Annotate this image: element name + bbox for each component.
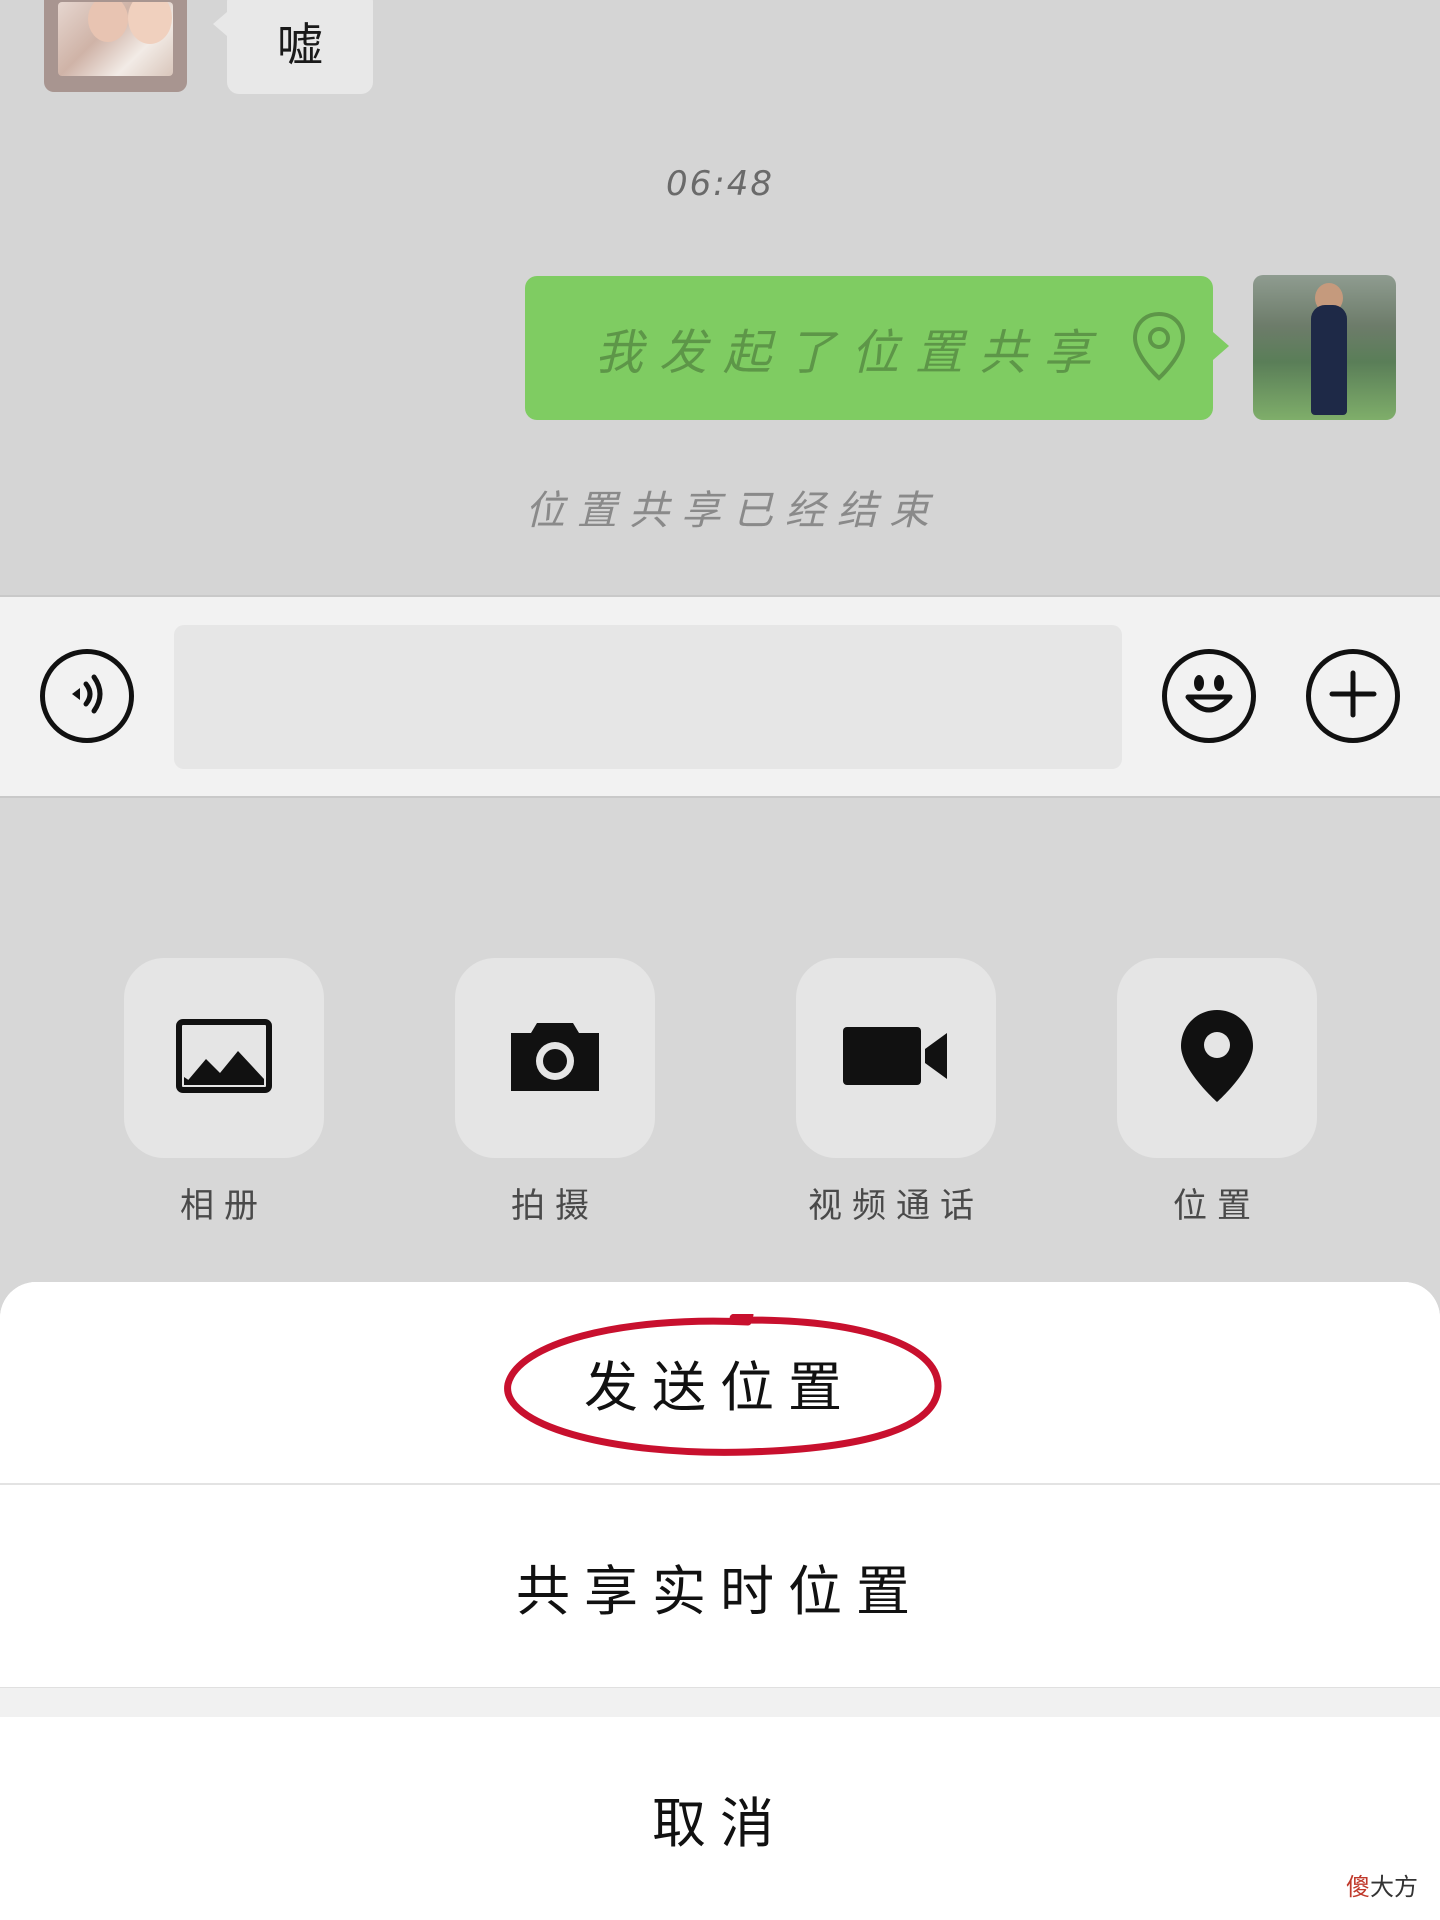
watermark: 傻大方 bbox=[1346, 1873, 1418, 1901]
video-call-icon bbox=[841, 1025, 951, 1091]
location-action-sheet: 发送位置 共享实时位置 取消 bbox=[0, 1282, 1440, 1920]
message-timestamp: 06:48 bbox=[666, 164, 774, 204]
more-features-panel: 相册 拍摄 视频通话 位置 bbox=[0, 798, 1440, 1282]
photo-album-icon bbox=[176, 1019, 272, 1097]
plus-icon bbox=[1326, 667, 1380, 725]
sheet-divider bbox=[0, 1687, 1440, 1717]
emoji-icon bbox=[1174, 659, 1244, 733]
contact-avatar[interactable] bbox=[44, 0, 187, 92]
emoji-button[interactable] bbox=[1162, 649, 1256, 743]
feature-video-call[interactable]: 视频通话 bbox=[786, 958, 1006, 1227]
incoming-message-text: 嘘 bbox=[277, 18, 323, 72]
system-notice: 位置共享已经结束 bbox=[525, 488, 941, 534]
outgoing-message-bubble[interactable]: 我发起了位置共享 bbox=[525, 276, 1229, 420]
feature-label: 拍摄 bbox=[511, 1186, 599, 1226]
feature-label: 相册 bbox=[180, 1186, 268, 1226]
message-input[interactable] bbox=[174, 625, 1122, 769]
cancel-button[interactable]: 取消 bbox=[0, 1717, 1440, 1920]
feature-location[interactable]: 位置 bbox=[1117, 958, 1317, 1227]
voice-input-button[interactable] bbox=[40, 649, 134, 743]
feature-camera[interactable]: 拍摄 bbox=[455, 958, 655, 1227]
more-button[interactable] bbox=[1306, 649, 1400, 743]
chat-history: 嘘 06:48 我发起了位置共享 位置共享已经结束 bbox=[0, 0, 1440, 595]
my-avatar[interactable] bbox=[1253, 275, 1396, 420]
location-pin-outline-icon bbox=[1131, 310, 1187, 386]
share-live-location-option[interactable]: 共享实时位置 bbox=[0, 1485, 1440, 1687]
feature-label: 位置 bbox=[1173, 1186, 1261, 1226]
outgoing-message-text: 我发起了位置共享 bbox=[595, 325, 1108, 381]
send-location-option[interactable]: 发送位置 bbox=[0, 1282, 1440, 1485]
location-icon bbox=[1179, 1008, 1255, 1108]
feature-photo-album[interactable]: 相册 bbox=[124, 958, 324, 1227]
feature-label: 视频通话 bbox=[808, 1186, 984, 1226]
camera-icon bbox=[507, 1019, 603, 1097]
voice-icon bbox=[60, 667, 114, 725]
chat-input-bar bbox=[0, 595, 1440, 798]
incoming-message-bubble[interactable]: 嘘 bbox=[213, 0, 373, 94]
